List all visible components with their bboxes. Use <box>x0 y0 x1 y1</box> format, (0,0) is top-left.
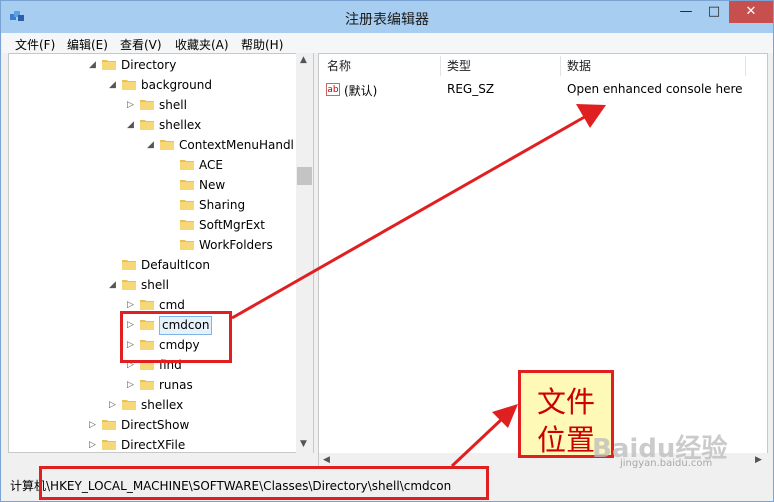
annotation-line-1: 文件 <box>536 385 595 419</box>
annotation-arrows <box>231 104 606 468</box>
watermark-url: jingyan.baidu.com <box>620 458 713 469</box>
arrow-head-icon <box>576 104 606 128</box>
arrow-line <box>450 416 505 468</box>
arrow-line <box>231 113 589 320</box>
